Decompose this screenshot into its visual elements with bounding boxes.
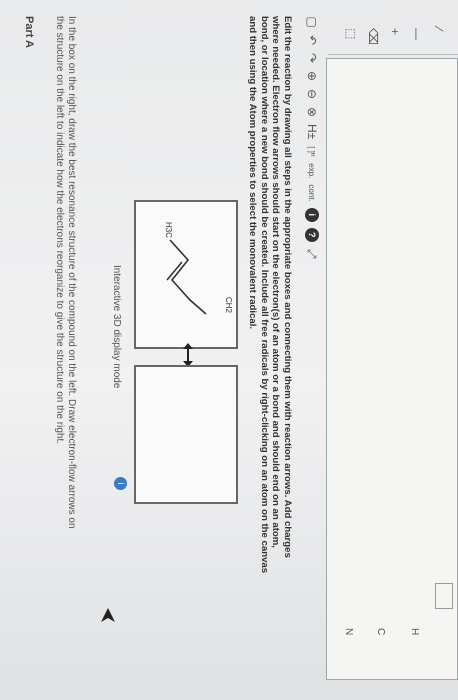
- explicit-hydrogen-icon[interactable]: [ ]ᴴ: [308, 145, 317, 157]
- zoom-out-icon[interactable]: ⊖: [305, 88, 319, 100]
- editor-toolbar: ▢ ↶ ↷ ⊕ ⊖ ⊗ H± [ ]ᴴ exp. cont. i ? ⤢: [302, 16, 322, 260]
- eraser-tool-icon[interactable]: ⌫: [366, 28, 380, 45]
- editing-instructions: Edit the reaction by drawing all steps i…: [247, 16, 294, 574]
- element-nitrogen-button[interactable]: N: [343, 628, 354, 635]
- question-prompt: In the box on the right, draw the best r…: [54, 16, 77, 529]
- question-page: Part A In the box on the right, draw the…: [0, 0, 458, 700]
- redo-icon[interactable]: ↷: [305, 52, 319, 64]
- charge-plus-icon[interactable]: +: [388, 28, 402, 35]
- display-mode-link[interactable]: Interactive 3D display mode: [111, 265, 122, 388]
- info-icon[interactable]: i: [114, 477, 127, 490]
- element-hydrogen-button[interactable]: H: [409, 628, 420, 635]
- part-title: Part A: [23, 16, 35, 48]
- mouse-cursor-icon: [101, 608, 115, 622]
- undo-icon[interactable]: ↶: [305, 34, 319, 46]
- help-icon[interactable]: ?: [305, 227, 319, 242]
- info-icon[interactable]: i: [305, 207, 319, 222]
- resonance-arrow-icon: [183, 343, 193, 367]
- single-bond-icon[interactable]: —: [410, 28, 424, 40]
- element-palette: H C N: [328, 580, 458, 678]
- contract-icon[interactable]: cont.: [308, 184, 317, 201]
- clear-icon[interactable]: ⊗: [305, 106, 319, 118]
- hydrogen-toggle-icon[interactable]: H±: [305, 124, 319, 139]
- product-box[interactable]: [134, 365, 238, 504]
- new-document-icon[interactable]: ▢: [305, 16, 319, 28]
- drawing-tool-sidebar: ⬚ ⌫ + — ∕: [328, 16, 458, 55]
- methylene-label: CH2: [224, 297, 233, 314]
- fullscreen-icon[interactable]: ⤢: [305, 248, 320, 260]
- expand-icon[interactable]: exp.: [308, 163, 317, 178]
- reactant-box[interactable]: H3C CH2: [134, 200, 238, 349]
- allyl-radical-structure: [166, 239, 207, 315]
- zoom-in-icon[interactable]: ⊕: [305, 70, 319, 82]
- methyl-label: H3C: [164, 222, 173, 239]
- element-carbon-button[interactable]: C: [375, 628, 386, 635]
- select-tool-icon[interactable]: ⬚: [344, 28, 358, 39]
- chain-tool-icon[interactable]: ∕: [432, 28, 446, 30]
- periodic-table-icon[interactable]: [435, 583, 453, 609]
